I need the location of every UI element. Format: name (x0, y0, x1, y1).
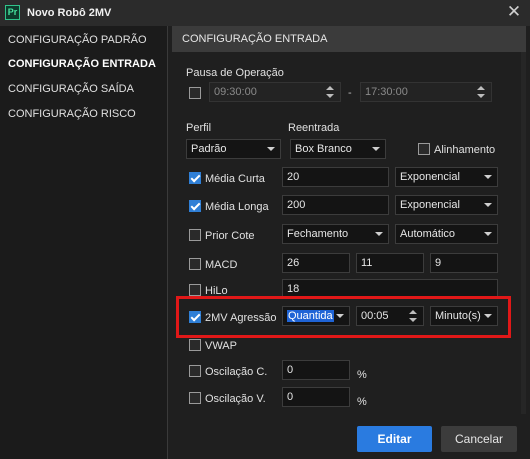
pausa-start-stepper[interactable] (323, 82, 337, 102)
reentrada-value: Box Branco (295, 143, 352, 155)
chevron-down-icon (372, 147, 380, 151)
pausa-checkbox[interactable] (189, 87, 201, 99)
oscilacao-v-label: Oscilação V. (205, 393, 266, 405)
prior-cote-select[interactable]: Fechamento (282, 224, 389, 244)
media-longa-label: Média Longa (205, 201, 269, 213)
sidebar-item-saida[interactable]: CONFIGURAÇÃO SAÍDA (8, 83, 134, 95)
macd-checkbox[interactable] (189, 258, 201, 270)
perfil-value: Padrão (191, 143, 227, 155)
chevron-down-icon (375, 232, 383, 236)
agressao-type-value: Quantida (287, 310, 334, 322)
macd-signal-input[interactable]: 9 (430, 253, 498, 273)
app-logo-icon: Pr (5, 5, 20, 20)
pausa-end-input[interactable]: 17:30:00 (360, 82, 492, 102)
chevron-down-icon (484, 232, 492, 236)
prior-cote-mode-value: Automático (400, 228, 456, 240)
media-curta-type-select[interactable]: Exponencial (395, 167, 498, 187)
media-curta-label: Média Curta (205, 173, 265, 185)
reentrada-label: Reentrada (288, 122, 340, 134)
window-title: Novo Robô 2MV (27, 7, 112, 19)
alinhamento-label: Alinhamento (434, 144, 496, 156)
oscilacao-c-label: Oscilação C. (205, 366, 268, 378)
edit-button[interactable]: Editar (357, 426, 432, 452)
media-longa-type-select[interactable]: Exponencial (395, 195, 498, 215)
agressao-checkbox[interactable] (189, 311, 201, 323)
sidebar-item-padrao[interactable]: CONFIGURAÇÃO PADRÃO (8, 34, 147, 46)
macd-label: MACD (205, 259, 238, 271)
agressao-label: 2MV Agressão (205, 312, 277, 324)
vwap-checkbox[interactable] (189, 339, 201, 351)
cancel-button[interactable]: Cancelar (441, 426, 517, 452)
pausa-start-input[interactable]: 09:30:00 (209, 82, 341, 102)
prior-cote-mode-select[interactable]: Automático (395, 224, 498, 244)
section-title: CONFIGURAÇÃO ENTRADA (182, 33, 328, 45)
agressao-unit-value: Minuto(s) (435, 310, 481, 322)
close-icon[interactable]: ✕ (500, 1, 528, 25)
media-curta-type-value: Exponencial (400, 171, 460, 183)
agressao-time-stepper[interactable] (406, 306, 420, 326)
media-longa-input[interactable]: 200 (282, 195, 389, 215)
pausa-label: Pausa de Operação (186, 67, 284, 79)
sidebar-item-entrada[interactable]: CONFIGURAÇÃO ENTRADA (8, 58, 156, 70)
oscilacao-v-input[interactable]: 0 (282, 387, 350, 407)
oscilacao-v-unit: % (357, 396, 367, 408)
macd-slow-input[interactable]: 11 (356, 253, 424, 273)
agressao-unit-select[interactable]: Minuto(s) (430, 306, 498, 326)
sidebar-item-risco[interactable]: CONFIGURAÇÃO RISCO (8, 108, 136, 120)
oscilacao-c-input[interactable]: 0 (282, 360, 350, 380)
hilo-checkbox[interactable] (189, 284, 201, 296)
media-longa-checkbox[interactable] (189, 200, 201, 212)
vwap-label: VWAP (205, 340, 237, 352)
section-header: CONFIGURAÇÃO ENTRADA (172, 26, 526, 52)
prior-cote-checkbox[interactable] (189, 229, 201, 241)
alinhamento-checkbox[interactable] (418, 143, 430, 155)
chevron-down-icon (484, 314, 492, 318)
oscilacao-c-unit: % (357, 369, 367, 381)
title-bar: Pr Novo Robô 2MV ✕ (0, 0, 530, 26)
oscilacao-v-checkbox[interactable] (189, 392, 201, 404)
perfil-label: Perfil (186, 122, 212, 134)
prior-cote-label: Prior Cote (205, 230, 255, 242)
chevron-down-icon (484, 175, 492, 179)
perfil-select[interactable]: Padrão (186, 139, 281, 159)
macd-fast-input[interactable]: 26 (282, 253, 350, 273)
scrollbar[interactable] (521, 52, 526, 414)
chevron-down-icon (267, 147, 275, 151)
pausa-separator: - (348, 87, 352, 99)
agressao-type-select[interactable]: Quantida (282, 306, 350, 326)
media-curta-checkbox[interactable] (189, 172, 201, 184)
media-longa-type-value: Exponencial (400, 199, 460, 211)
prior-cote-value: Fechamento (287, 228, 349, 240)
chevron-down-icon (336, 314, 344, 318)
media-curta-input[interactable]: 20 (282, 167, 389, 187)
oscilacao-c-checkbox[interactable] (189, 365, 201, 377)
chevron-down-icon (484, 203, 492, 207)
pausa-end-stepper[interactable] (474, 82, 488, 102)
reentrada-select[interactable]: Box Branco (290, 139, 386, 159)
